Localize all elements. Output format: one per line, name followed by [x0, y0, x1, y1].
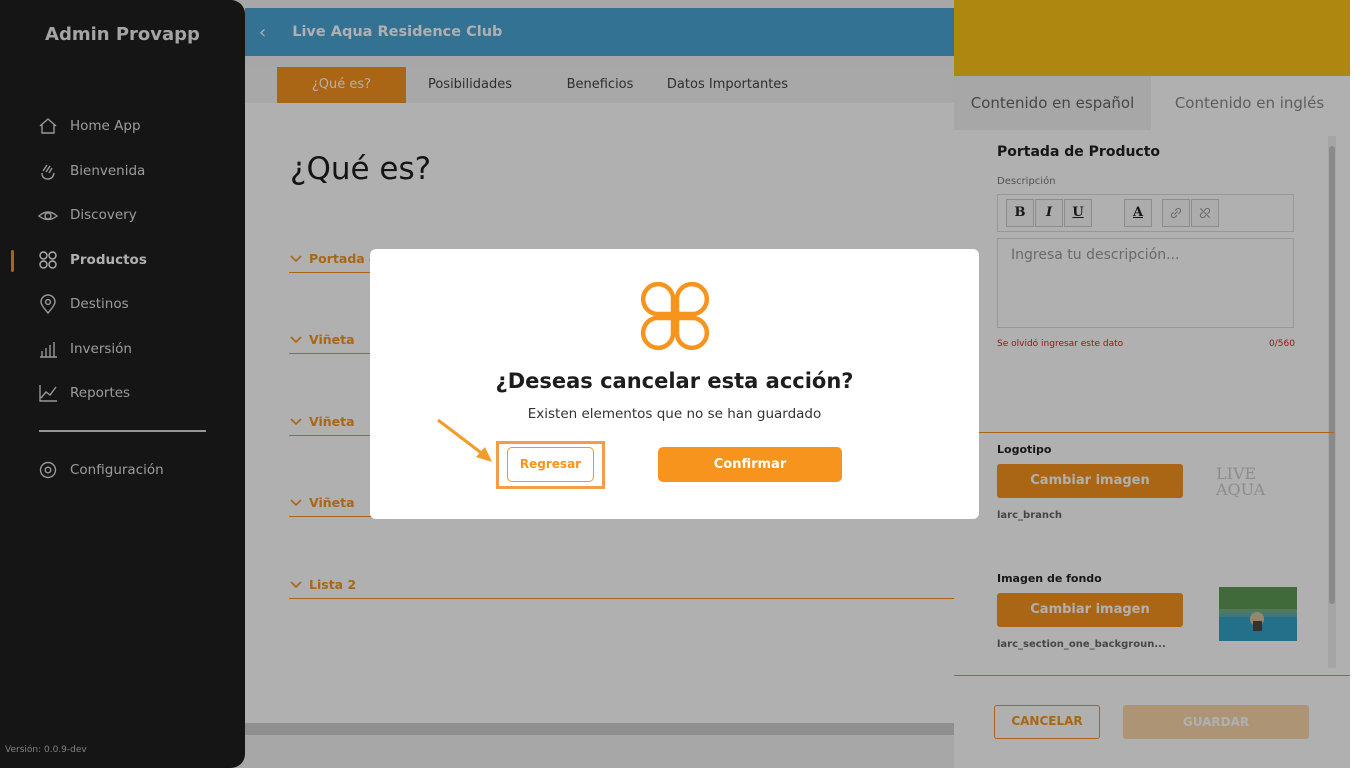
pointer-arrow-icon: [437, 418, 492, 462]
dialog-title: ¿Deseas cancelar esta acción?: [495, 369, 854, 393]
confirm-dialog: ¿Deseas cancelar esta acción? Existen el…: [370, 249, 979, 519]
page-scrollbar[interactable]: [1350, 0, 1366, 768]
clover-logo-icon: [640, 281, 710, 351]
back-button[interactable]: Regresar: [507, 447, 594, 482]
confirm-button[interactable]: Confirmar: [658, 447, 842, 482]
